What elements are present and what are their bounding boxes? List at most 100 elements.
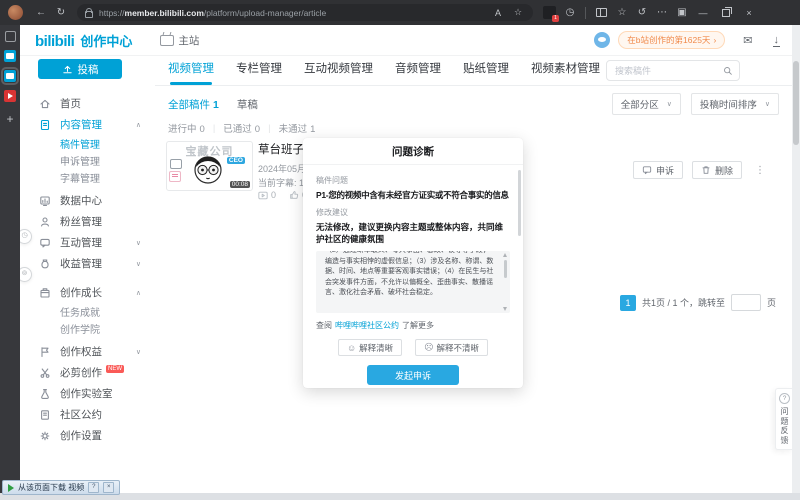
community-convention-link[interactable]: 哔哩哔哩社区公约 (335, 320, 399, 331)
browser-tab-video-site[interactable] (4, 90, 16, 102)
quote-scrollbar[interactable] (502, 252, 508, 312)
address-bar[interactable]: https://member.bilibili.com/platform/upl… (77, 4, 533, 21)
browser-tab-bilibili-1[interactable] (4, 50, 16, 62)
sidebar-item-creator-growth[interactable]: 创作成长 ∧ (20, 282, 155, 303)
sidebar-item-appeal-management[interactable]: 申诉管理 (20, 152, 155, 169)
sidebar-item-task-achievement[interactable]: 任务成就 (20, 303, 155, 320)
more-actions-button[interactable]: ⋮ (751, 165, 769, 176)
jump-page-input[interactable] (731, 294, 762, 311)
user-avatar[interactable] (594, 32, 611, 48)
feedback-tab-label: 问题反馈 (780, 407, 789, 445)
data-chart-icon (38, 194, 51, 207)
mail-icon[interactable]: ✉ (743, 34, 752, 47)
search-icon[interactable] (723, 66, 733, 76)
feedback-side-tab[interactable]: ? 问题反馈 (775, 388, 793, 450)
appeal-button[interactable]: 申诉 (633, 161, 684, 179)
sidebar-item-creator-academy[interactable]: 创作学院 (20, 320, 155, 337)
sidebar-item-creator-rights[interactable]: 创作权益 ∨ (20, 341, 155, 362)
translate-icon[interactable]: A (491, 8, 505, 18)
horizontal-scrollbar[interactable] (0, 493, 800, 500)
tab-interactive-video-management[interactable]: 互动视频管理 (304, 55, 373, 85)
explanation-unclear-button[interactable]: ☹ 解释不清晰 (415, 339, 489, 356)
sidebar-item-post-management[interactable]: 稿件管理 (20, 135, 155, 152)
sidebar-item-bijian-creation[interactable]: 必剪创作 NEW (20, 362, 155, 383)
tab-search-icon[interactable] (4, 31, 16, 42)
new-tab-button[interactable]: + (6, 112, 13, 126)
search-input[interactable] (613, 64, 723, 77)
restore-window-button[interactable] (722, 6, 732, 17)
sidebar-item-income-management[interactable]: 收益管理 ∨ (20, 253, 155, 274)
tab-column-management[interactable]: 专栏管理 (236, 55, 282, 85)
content-icon (38, 118, 51, 131)
delete-button[interactable]: 删除 (692, 161, 743, 179)
zone-dropdown[interactable]: 全部分区 ∨ (611, 93, 681, 115)
page-scroll-thumb[interactable] (793, 61, 799, 145)
favorites-star-icon[interactable]: ☆ (612, 7, 632, 18)
sidebar-item-home[interactable]: 首页 (20, 93, 155, 114)
video-thumbnail[interactable]: 宝藏公司 CEO 00:08 (166, 141, 253, 191)
modal-scroll-thumb[interactable] (518, 170, 521, 236)
explanation-clear-button[interactable]: ☺ 解释清晰 (337, 339, 403, 356)
sidebar-item-interaction-management[interactable]: 互动管理 ∨ (20, 232, 155, 253)
extension-help-button[interactable]: ? (88, 482, 100, 493)
sidebar-item-community-convention[interactable]: 社区公约 (20, 404, 155, 425)
split-screen-icon[interactable] (596, 8, 607, 17)
status-rejected[interactable]: 未通过 1 (279, 121, 316, 135)
trash-icon (702, 166, 710, 174)
modal-scrollbar[interactable] (517, 166, 522, 385)
bilibili-logo[interactable]: bilibili 创作中心 (35, 31, 132, 50)
sidebar-item-subtitle-management[interactable]: 字幕管理 (20, 169, 155, 186)
sidebar-item-creator-settings[interactable]: 创作设置 (20, 425, 155, 446)
status-approved[interactable]: 已通过 0 (223, 121, 260, 135)
logo-wordmark: bilibili (35, 32, 75, 50)
gear-icon (38, 429, 51, 442)
browser-vertical-tabs: + (0, 25, 20, 493)
start-appeal-button[interactable]: 发起申诉 (367, 365, 459, 385)
back-icon[interactable]: ← (31, 7, 51, 18)
upload-button[interactable]: 投稿 (38, 59, 122, 79)
filter-draft[interactable]: 草稿 (237, 97, 258, 112)
modal-title: 问题诊断 (303, 138, 523, 165)
filter-all-posts[interactable]: 全部稿件 1 (168, 97, 219, 112)
extension-icon[interactable]: 1 (543, 6, 559, 22)
sidebar-item-creator-lab[interactable]: 创作实验室 (20, 383, 155, 404)
browser-tab-bilibili-active[interactable] (1, 67, 19, 85)
policy-text: （2）通过断章取义、夸大事由、篡改、误导等手段，编造与事实相悖的虚假信息；（3）… (325, 251, 494, 296)
bookmark-star-icon[interactable]: ☆ (511, 7, 525, 18)
recent-history-icon[interactable]: ↺ (632, 7, 652, 18)
search-box[interactable] (606, 60, 740, 81)
close-window-button[interactable]: × (738, 8, 760, 18)
play-count-icon (258, 191, 268, 199)
page-1-button[interactable]: 1 (620, 294, 636, 311)
more-menu-icon[interactable]: ⋯ (652, 7, 672, 18)
scroll-down-arrow-icon[interactable] (503, 307, 507, 311)
issue-text: P1-您的视频中含有未经官方证实或不符合事实的信息 (316, 190, 509, 200)
status-in-progress[interactable]: 进行中 0 (168, 121, 205, 135)
scroll-up-arrow-icon[interactable] (503, 253, 507, 257)
duration-badge: 00:08 (229, 181, 250, 188)
sidebar-item-content-management[interactable]: 内容管理 ∧ (20, 114, 155, 135)
scroll-thumb[interactable] (503, 260, 507, 278)
page-scrollbar[interactable] (792, 25, 800, 493)
creation-days-badge[interactable]: 在b站创作的第1625天 › (618, 31, 726, 49)
tab-audio-management[interactable]: 音频管理 (395, 55, 441, 85)
problem-diagnosis-modal: 问题诊断 稿件问题 P1-您的视频中含有未经官方证实或不符合事实的信息 修改建议… (303, 138, 523, 388)
policy-quote-box[interactable]: （2）通过断章取义、夸大事由、篡改、误导等手段，编造与事实相悖的虚假信息；（3）… (316, 251, 510, 313)
browser-profile-avatar[interactable] (8, 5, 23, 20)
sidebar-item-data-center[interactable]: 数据中心 (20, 190, 155, 211)
history-clock-icon[interactable]: ◷ (560, 7, 580, 18)
extension-close-button[interactable]: × (103, 482, 115, 493)
download-extension-bar[interactable]: 从该页面下载 视频 ? × (2, 480, 121, 495)
download-icon[interactable]: ↓ (772, 34, 780, 47)
sort-dropdown[interactable]: 投稿时间排序 ∨ (690, 93, 779, 115)
tab-video-material-management[interactable]: 视频素材管理 (531, 55, 600, 85)
workspace-profile-icon[interactable]: ▣ (672, 7, 692, 18)
main-site-link[interactable]: 主站 (160, 33, 199, 48)
minimize-button[interactable]: — (692, 8, 714, 18)
tab-video-management[interactable]: 视频管理 (168, 55, 214, 85)
tab-sticker-management[interactable]: 贴纸管理 (463, 55, 509, 85)
refresh-icon[interactable]: ↻ (51, 7, 71, 18)
extension-bar-label: 从该页面下载 视频 (18, 483, 85, 492)
video-stats: 0 0 (258, 190, 307, 200)
sidebar-item-fans-management[interactable]: 粉丝管理 (20, 211, 155, 232)
